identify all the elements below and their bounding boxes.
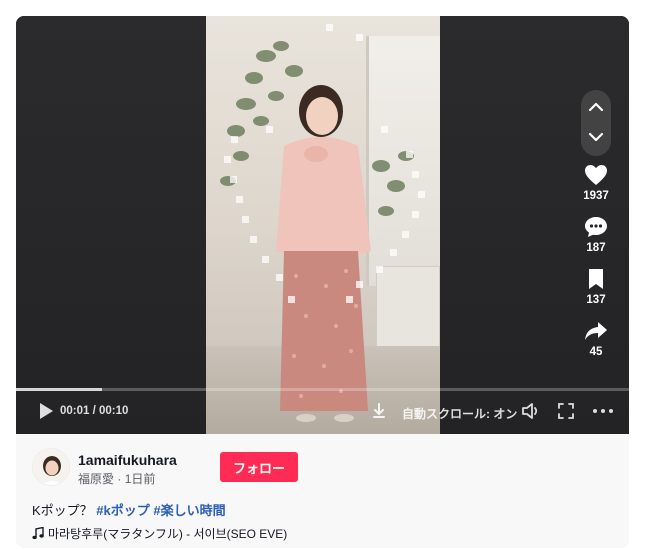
chevron-up-icon (588, 102, 604, 112)
bookmark-icon (589, 269, 603, 289)
follow-button[interactable]: フォロー (220, 452, 298, 482)
video-scene (220, 24, 425, 422)
more-options-button[interactable] (591, 402, 615, 420)
favorite-button[interactable]: 137 (576, 268, 616, 306)
video-player[interactable]: 1937 187 137 45 00:01 / 00:10 自動スクロール: オ… (16, 16, 629, 434)
post-time: 1日前 (124, 472, 156, 486)
comment-icon (585, 217, 607, 237)
player-letterbox-left (16, 16, 206, 434)
music-title: 마라탕후루(マラタンフル) - 서이브(SEO EVE) (48, 527, 288, 541)
video-time: 00:01 / 00:10 (60, 405, 129, 417)
fullscreen-button[interactable] (557, 402, 575, 420)
more-dots-icon (593, 409, 613, 413)
author-display-name: 福原愛 (78, 472, 115, 486)
heart-icon (585, 165, 607, 185)
caption-text: Kポップ？ (32, 503, 93, 518)
next-video-button[interactable] (581, 124, 611, 150)
share-icon (585, 322, 607, 340)
music-link[interactable]: 마라탕후루(マラタンフル) - 서이브(SEO EVE) (32, 525, 287, 542)
like-count: 1937 (583, 190, 609, 202)
autoscroll-label[interactable]: 自動スクロール: オン (402, 405, 517, 422)
share-button[interactable]: 45 (576, 320, 616, 358)
music-note-icon (32, 527, 44, 540)
volume-button[interactable] (521, 402, 541, 420)
video-caption: Kポップ？ #kポップ #楽しい時間 (32, 500, 226, 519)
comment-button[interactable]: 187 (576, 216, 616, 254)
hashtag-link[interactable]: #kポップ (96, 503, 149, 518)
fullscreen-icon (558, 403, 574, 419)
like-button[interactable]: 1937 (576, 164, 616, 202)
hashtag-link[interactable]: #楽しい時間 (153, 503, 225, 518)
video-card: 1937 187 137 45 00:01 / 00:10 自動スクロール: オ… (16, 16, 629, 548)
play-button[interactable] (38, 402, 54, 420)
video-info: 1amaifukuhara 福原愛 · 1日前 フォロー Kポップ？ #kポップ… (16, 434, 629, 548)
avatar-image (33, 449, 69, 485)
comment-count: 187 (586, 242, 606, 254)
autoscroll-icon (373, 403, 385, 418)
previous-video-button[interactable] (581, 94, 611, 120)
chevron-down-icon (588, 132, 604, 142)
video-progress-fill (16, 388, 102, 391)
avatar[interactable] (32, 448, 70, 486)
video-progress-bar[interactable] (16, 388, 629, 391)
video-frame[interactable] (206, 16, 440, 434)
volume-icon (522, 403, 538, 419)
subline-separator: · (114, 472, 125, 486)
favorite-count: 137 (586, 294, 606, 306)
autoscroll-toggle[interactable] (370, 402, 388, 420)
play-icon (40, 403, 53, 419)
share-count: 45 (589, 346, 603, 358)
author-subline: 福原愛 · 1日前 (78, 470, 155, 487)
author-username[interactable]: 1amaifukuhara (78, 452, 177, 468)
